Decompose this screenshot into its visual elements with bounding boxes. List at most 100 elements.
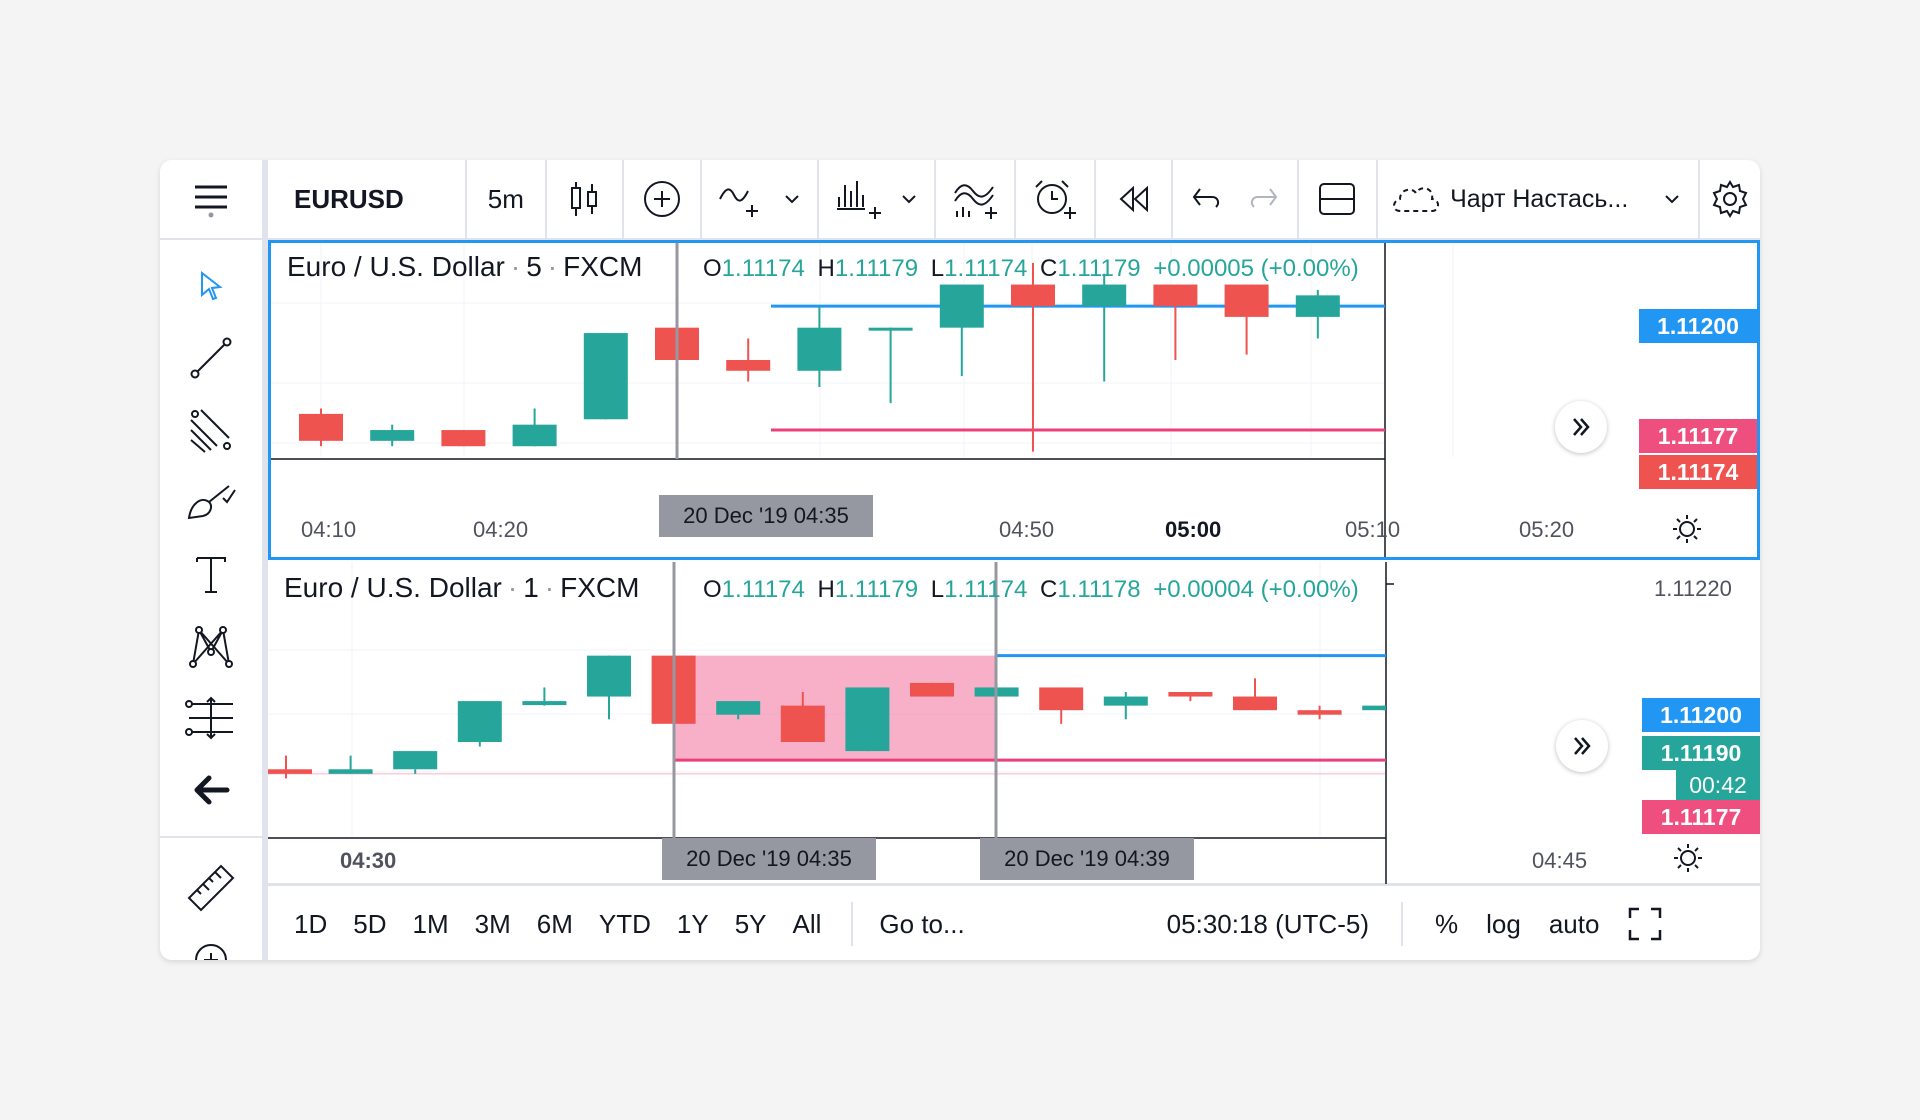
candle-body: [587, 655, 631, 697]
range-3m[interactable]: 3M: [475, 909, 511, 940]
open-value: 1.11174: [721, 255, 805, 282]
candle-body: [512, 424, 557, 447]
alert-button[interactable]: [1016, 160, 1096, 238]
open-label: O: [703, 576, 722, 603]
layout-name: Чарт Настась...: [1450, 184, 1629, 213]
price-badge-pink: 1.11177: [1639, 419, 1757, 453]
clock-label[interactable]: 05:30:18 (UTC-5): [1167, 909, 1369, 940]
candle-body: [1011, 284, 1055, 307]
open-value: 1.11174: [721, 576, 805, 603]
change-value: +0.00004 (+0.00%): [1153, 576, 1359, 603]
low-label: L: [930, 255, 945, 282]
time-label: 05:10: [1345, 517, 1401, 542]
menu-button[interactable]: [160, 160, 262, 240]
layout-name-button[interactable]: Чарт Настась...: [1378, 160, 1701, 238]
auto-toggle[interactable]: auto: [1549, 909, 1600, 940]
pattern-tool[interactable]: [160, 616, 262, 676]
axis-settings-icon[interactable]: [1671, 513, 1703, 545]
ruler-tool[interactable]: [160, 858, 262, 918]
chart-pane-1m[interactable]: Euro / U.S. Dollar · 1 · FXCM O1.11174 H1.11…: [268, 562, 1760, 884]
interval-label: 5m: [487, 183, 524, 214]
candle-body: [1295, 295, 1340, 317]
pane2-exchange: FXCM: [560, 572, 640, 603]
percent-toggle[interactable]: %: [1435, 909, 1458, 940]
crosshair-time-badge-2: 20 Dec '19 04:39: [980, 838, 1194, 880]
candle-body: [1233, 696, 1277, 711]
double-chevron-right-icon: [1574, 737, 1591, 755]
drawing-toolbar: [160, 160, 268, 960]
candle-body: [726, 360, 771, 371]
time-label: 04:20: [473, 517, 529, 542]
range-1m[interactable]: 1M: [413, 909, 449, 940]
range-all[interactable]: All: [793, 909, 822, 940]
candles-icon: [571, 182, 598, 216]
trend-line-tool[interactable]: [160, 328, 262, 388]
compare-button[interactable]: [624, 160, 702, 238]
high-label: H: [817, 255, 835, 282]
text-icon: [196, 557, 226, 593]
low-label: L: [930, 576, 945, 603]
countdown-text: 00:42: [1689, 771, 1747, 798]
candle-body: [780, 705, 825, 742]
settings-button[interactable]: [1700, 160, 1760, 238]
symbol-search[interactable]: EURUSD: [268, 160, 468, 238]
range-6m[interactable]: 6M: [537, 909, 573, 940]
range-ytd[interactable]: YTD: [599, 909, 651, 940]
trend-line-icon: [190, 337, 232, 379]
range-1d[interactable]: 1D: [294, 909, 327, 940]
pane1-plot[interactable]: [271, 243, 1757, 557]
chart-pane-5m[interactable]: Euro / U.S. Dollar · 5 · FXCM O1.11174 H1.11…: [268, 240, 1760, 560]
cursor-tool[interactable]: [160, 256, 262, 316]
high-value: 1.11179: [834, 576, 919, 603]
range-5y[interactable]: 5Y: [735, 909, 767, 940]
candle-body: [522, 701, 567, 706]
pane2-legend: Euro / U.S. Dollar · 1 · FXCM: [284, 572, 640, 603]
candle-body: [1168, 692, 1213, 697]
zoom-in-tool[interactable]: [160, 930, 262, 960]
brush-tool[interactable]: [160, 472, 262, 532]
chart-type-button[interactable]: [547, 160, 625, 238]
add-circle-icon: [643, 181, 680, 217]
interval-button[interactable]: 5m: [467, 160, 547, 238]
candle-body: [583, 333, 628, 420]
pane2-plot[interactable]: [268, 562, 1760, 884]
candle-body: [1153, 284, 1198, 307]
open-label: O: [703, 255, 722, 282]
price-badge-red: 1.11174: [1639, 455, 1757, 489]
back-tool[interactable]: [160, 760, 262, 820]
range-1y[interactable]: 1Y: [677, 909, 709, 940]
chevron-down-icon: [785, 195, 800, 204]
layout-button[interactable]: [1299, 160, 1379, 238]
fib-tool[interactable]: [160, 400, 262, 460]
axis-settings-icon[interactable]: [1672, 842, 1704, 874]
financials-button[interactable]: [819, 160, 937, 238]
candle-body: [1039, 687, 1084, 711]
go-to-button[interactable]: Go to...: [879, 909, 964, 940]
time-label: 04:50: [999, 517, 1055, 542]
pane2-symbol-title: Euro / U.S. Dollar: [284, 572, 502, 603]
crosshair-time-badge: 20 Dec '19 04:35: [662, 838, 876, 880]
bottom-separator: [851, 902, 854, 946]
undo-icon[interactable]: [1190, 185, 1224, 213]
indicators-button[interactable]: [702, 160, 820, 238]
text-tool[interactable]: [160, 544, 262, 604]
hamburger-icon: [195, 185, 227, 218]
pane1-legend: Euro / U.S. Dollar · 5 · FXCM: [287, 251, 643, 282]
price-badge-pink: 1.11177: [1642, 800, 1760, 834]
redo-icon[interactable]: [1246, 185, 1280, 213]
fullscreen-icon[interactable]: [1627, 906, 1663, 942]
range-5d[interactable]: 5D: [353, 909, 386, 940]
scroll-to-realtime-button[interactable]: [1556, 720, 1608, 772]
log-toggle[interactable]: log: [1486, 909, 1521, 940]
pane1-exchange: FXCM: [563, 251, 643, 282]
brush-icon: [187, 485, 236, 520]
measure-tool[interactable]: [160, 688, 262, 748]
time-label: 04:10: [301, 517, 357, 542]
candle-body: [868, 327, 913, 331]
double-chevron-right-icon: [1573, 418, 1590, 436]
pane2-ohlc: O1.11174 H1.11179 L1.11174 C1.11178 +0.0…: [703, 576, 1359, 604]
templates-button[interactable]: [936, 160, 1017, 238]
candle-body: [1082, 284, 1127, 307]
scroll-to-realtime-button[interactable]: [1555, 401, 1607, 453]
replay-button[interactable]: [1096, 160, 1174, 238]
